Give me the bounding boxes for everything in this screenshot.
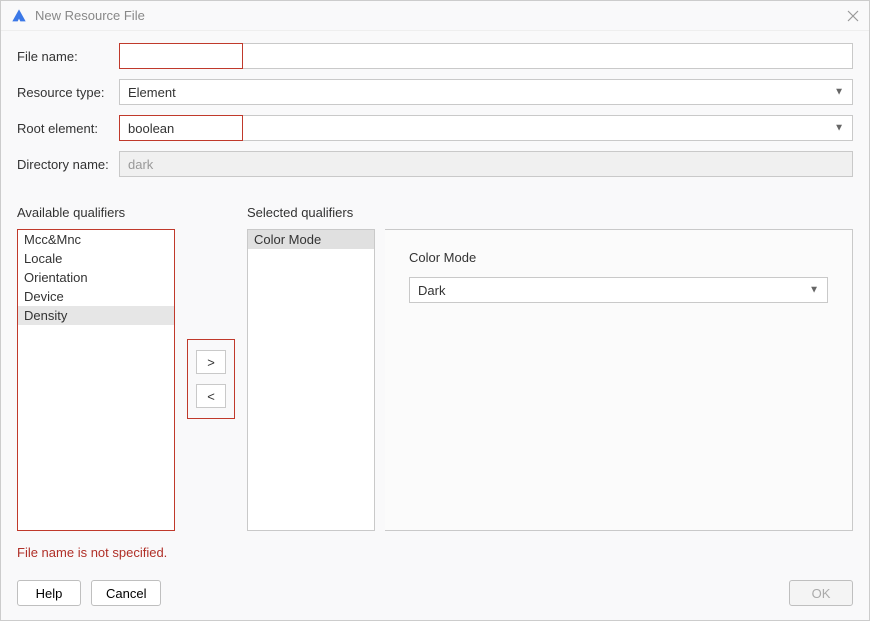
qualifier-detail-value: Dark: [418, 283, 445, 298]
close-icon[interactable]: [847, 10, 859, 22]
qualifier-move-buttons-group: > <: [187, 339, 235, 419]
help-button[interactable]: Help: [17, 580, 81, 606]
chevron-down-icon: ▼: [809, 285, 819, 296]
selected-qualifiers-list[interactable]: Color Mode: [247, 229, 375, 531]
list-item[interactable]: Density: [18, 306, 174, 325]
directory-name-label: Directory name:: [17, 157, 119, 172]
app-logo-icon: [11, 8, 27, 24]
chevron-down-icon: ▼: [834, 87, 844, 98]
root-element-value: boolean: [128, 121, 174, 136]
list-item[interactable]: Orientation: [18, 268, 174, 287]
move-left-button[interactable]: <: [196, 384, 226, 408]
qualifier-detail-label: Color Mode: [409, 250, 828, 265]
available-qualifiers-list[interactable]: Mcc&MncLocaleOrientationDeviceDensity: [17, 229, 175, 531]
ok-button[interactable]: OK: [789, 580, 853, 606]
dialog-footer: Help Cancel OK: [1, 570, 869, 620]
qualifier-detail-panel: Color Mode Dark ▼: [385, 229, 853, 531]
titlebar: New Resource File: [1, 1, 869, 31]
chevron-down-icon: ▼: [834, 123, 844, 134]
list-item[interactable]: Locale: [18, 249, 174, 268]
resource-type-select[interactable]: Element ▼: [119, 79, 853, 105]
file-name-input-extent[interactable]: [243, 43, 853, 69]
available-qualifiers-label: Available qualifiers: [17, 205, 175, 223]
root-element-label: Root element:: [17, 121, 119, 136]
resource-type-label: Resource type:: [17, 85, 119, 100]
list-item[interactable]: Mcc&Mnc: [18, 230, 174, 249]
move-right-button[interactable]: >: [196, 350, 226, 374]
file-name-input[interactable]: [120, 44, 242, 68]
dialog-new-resource-file: New Resource File File name: Resource ty…: [0, 0, 870, 621]
cancel-button[interactable]: Cancel: [91, 580, 161, 606]
root-element-highlight: boolean: [119, 115, 243, 141]
file-name-label: File name:: [17, 49, 119, 64]
root-element-select[interactable]: boolean ▼: [119, 115, 853, 141]
resource-type-value: Element: [128, 85, 176, 100]
qualifier-detail-select[interactable]: Dark ▼: [409, 277, 828, 303]
file-name-input-highlight: [119, 43, 243, 69]
error-message: File name is not specified.: [17, 545, 853, 560]
selected-qualifiers-label: Selected qualifiers: [247, 205, 375, 223]
list-item[interactable]: Device: [18, 287, 174, 306]
directory-name-input: [119, 151, 853, 177]
list-item[interactable]: Color Mode: [248, 230, 374, 249]
window-title: New Resource File: [35, 8, 145, 23]
